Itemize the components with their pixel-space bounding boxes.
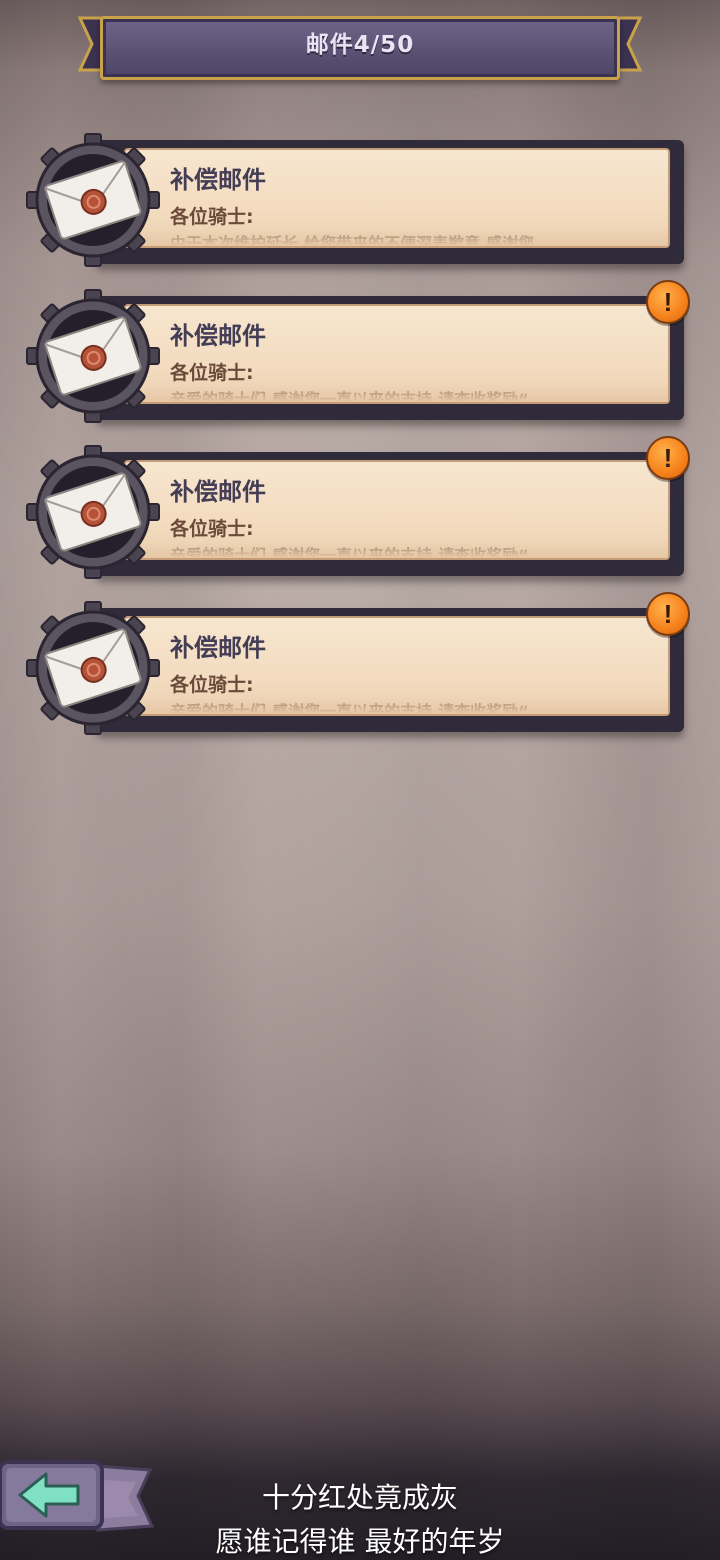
sealed-envelope-icon [26, 133, 160, 267]
sealed-envelope-icon [26, 601, 160, 735]
mail-title: 补偿邮件 [170, 634, 266, 662]
mail-greeting: 各位骑士: [170, 206, 254, 228]
mail-preview: 亲爱的骑士们,感谢您一直以来的支持,请查收奖励“ [170, 390, 529, 404]
unread-alert-icon: ! [646, 592, 690, 636]
lyric-line-2: 愿谁记得谁 最好的年岁 [215, 1525, 505, 1558]
mail-paper: 补偿邮件 各位骑士: 亲爱的骑士们,感谢您一直以来的支持,请查收奖励“ [124, 304, 670, 404]
lyric-line-1: 十分红处竟成灰 [261, 1481, 458, 1514]
mail-card[interactable]: 补偿邮件 各位骑士: 亲爱的骑士们,感谢您一直以来的支持,请查收奖励“ [96, 452, 684, 576]
mail-item[interactable]: 补偿邮件 各位骑士: 由于本次维护延长,给您带来的不便深表歉意,感谢您 [26, 130, 690, 276]
mail-item[interactable]: 补偿邮件 各位骑士: 亲爱的骑士们,感谢您一直以来的支持,请查收奖励“ ! [26, 436, 690, 588]
unread-alert-icon: ! [646, 436, 690, 480]
mail-paper: 补偿邮件 各位骑士: 亲爱的骑士们,感谢您一直以来的支持,请查收奖励“ [124, 616, 670, 716]
mail-paper: 补偿邮件 各位骑士: 亲爱的骑士们,感谢您一直以来的支持,请查收奖励“ [124, 460, 670, 560]
mail-greeting: 各位骑士: [170, 674, 254, 696]
mail-item[interactable]: 补偿邮件 各位骑士: 亲爱的骑士们,感谢您一直以来的支持,请查收奖励“ ! [26, 592, 690, 744]
mail-preview: 亲爱的骑士们,感谢您一直以来的支持,请查收奖励“ [170, 546, 529, 560]
mail-preview: 由于本次维护延长,给您带来的不便深表歉意,感谢您 [170, 234, 535, 248]
mail-paper: 补偿邮件 各位骑士: 由于本次维护延长,给您带来的不便深表歉意,感谢您 [124, 148, 670, 248]
mail-greeting: 各位骑士: [170, 362, 254, 384]
mail-card[interactable]: 补偿邮件 各位骑士: 由于本次维护延长,给您带来的不便深表歉意,感谢您 [96, 140, 684, 264]
mail-greeting: 各位骑士: [170, 518, 254, 540]
mail-title: 补偿邮件 [170, 478, 266, 506]
unread-alert-icon: ! [646, 280, 690, 324]
sealed-envelope-icon [26, 289, 160, 423]
mail-preview: 亲爱的骑士们,感谢您一直以来的支持,请查收奖励“ [170, 702, 529, 716]
mail-item[interactable]: 补偿邮件 各位骑士: 亲爱的骑士们,感谢您一直以来的支持,请查收奖励“ ! [26, 280, 690, 432]
mail-card[interactable]: 补偿邮件 各位骑士: 亲爱的骑士们,感谢您一直以来的支持,请查收奖励“ [96, 296, 684, 420]
mail-title: 补偿邮件 [170, 322, 266, 350]
sealed-envelope-icon [26, 445, 160, 579]
mail-title: 补偿邮件 [170, 166, 266, 194]
mail-card[interactable]: 补偿邮件 各位骑士: 亲爱的骑士们,感谢您一直以来的支持,请查收奖励“ [96, 608, 684, 732]
mail-list: 补偿邮件 各位骑士: 由于本次维护延长,给您带来的不便深表歉意,感谢您 补偿邮件… [0, 0, 720, 760]
